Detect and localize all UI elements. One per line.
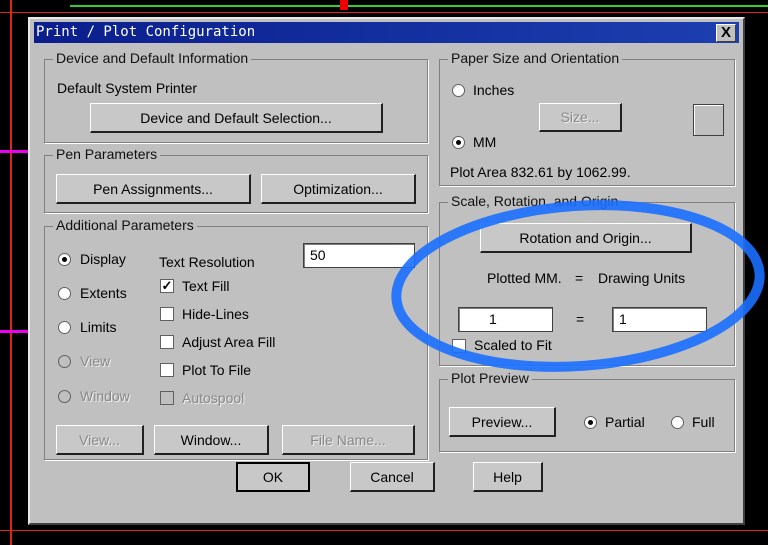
annotation-circle	[391, 200, 765, 372]
annotation-ellipse	[391, 200, 765, 372]
